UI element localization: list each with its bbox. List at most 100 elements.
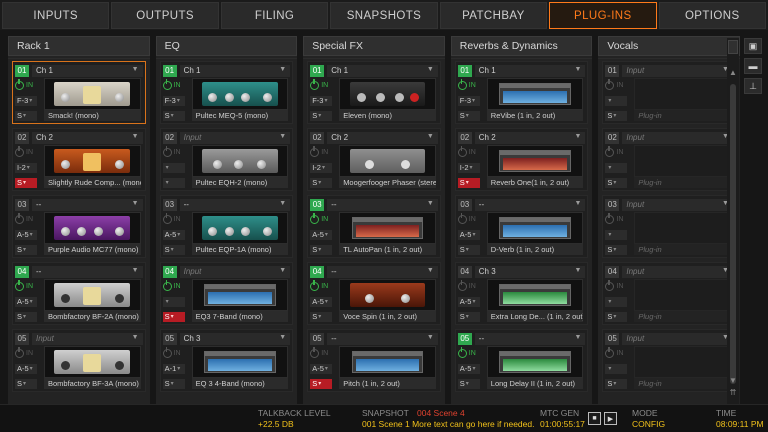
mode-select[interactable]: S ▾ <box>310 110 333 121</box>
power-icon[interactable] <box>162 146 172 157</box>
tab-snapshots[interactable]: SNAPSHOTS <box>330 2 438 29</box>
io-select[interactable]: A-5 ▾ <box>162 229 185 240</box>
source-select[interactable]: Input ▼ <box>622 131 733 144</box>
io-select[interactable]: F-3 ▾ <box>457 95 480 106</box>
plugin-slot[interactable]: 02 Ch 2 ▼ IN I-2 ▾ S ▾ Moogerfooger Phaser (ster… <box>307 128 441 191</box>
input-toggle[interactable]: IN <box>26 149 33 156</box>
source-select[interactable]: -- ▼ <box>32 265 143 278</box>
plugin-name[interactable]: EQ 3 4-Band (mono) <box>191 378 289 389</box>
rack-scrollbar[interactable]: ▲ ▼ ⇈ <box>727 38 739 404</box>
plugin-slot[interactable]: 03 -- ▼ IN A-5 ▾ S ▾ Pultec EQP-1A (mono) <box>159 195 294 258</box>
plugin-thumbnail[interactable] <box>191 279 289 311</box>
plugin-slot[interactable]: 04 Input ▼ IN ▾ S ▾ EQ3 7-Band (mono) <box>159 262 294 325</box>
mode-select[interactable]: S ▾ <box>457 110 480 121</box>
rack-title[interactable]: Special FX <box>303 36 445 56</box>
mode-select[interactable]: ▾ <box>162 177 185 188</box>
input-toggle[interactable]: IN <box>174 350 181 357</box>
mode-select[interactable]: S ▾ <box>457 177 480 188</box>
mode-select[interactable]: S ▾ <box>457 311 480 322</box>
plugin-name[interactable]: Bombfactory BF-3A (mono) <box>44 378 141 389</box>
scroll-down-icon[interactable]: ▼ <box>727 376 739 385</box>
plugin-thumbnail[interactable] <box>191 145 289 177</box>
power-icon[interactable] <box>162 347 172 358</box>
input-toggle[interactable]: IN <box>469 283 476 290</box>
plugin-thumbnail[interactable] <box>634 212 731 244</box>
power-icon[interactable] <box>15 213 24 224</box>
power-icon[interactable] <box>15 146 24 157</box>
rack-title[interactable]: Reverbs & Dynamics <box>450 36 593 56</box>
plugin-name[interactable]: Plug-in <box>634 177 731 188</box>
plugin-name[interactable]: Slightly Rude Comp... (mono) <box>44 177 141 188</box>
plugin-thumbnail[interactable] <box>486 145 584 177</box>
scroll-up-icon[interactable]: ▲ <box>727 68 739 77</box>
input-toggle[interactable]: IN <box>321 283 328 290</box>
plugin-slot[interactable]: 02 Ch 2 ▼ IN I-2 ▾ S ▾ Reverb One(1 in, 2 out) <box>454 128 589 191</box>
io-select[interactable]: A-5 ▾ <box>310 363 333 374</box>
tab-filing[interactable]: FILING <box>220 2 329 29</box>
source-select[interactable]: -- ▼ <box>327 332 438 345</box>
rack-title[interactable]: Rack 1 <box>8 36 150 56</box>
mode-select[interactable]: S ▾ <box>605 177 628 188</box>
io-select[interactable]: A-5 ▾ <box>457 363 480 374</box>
power-icon[interactable] <box>457 347 467 358</box>
plugin-slot[interactable]: 05 -- ▼ IN A-5 ▾ S ▾ Long Delay II (1 in, 2 out) <box>454 329 589 392</box>
power-icon[interactable] <box>15 280 24 291</box>
power-icon[interactable] <box>310 347 320 358</box>
plugin-thumbnail[interactable] <box>339 145 436 177</box>
plugin-name[interactable]: Voce Spin (1 in, 2 out) <box>339 311 436 322</box>
plugin-name[interactable]: D-Verb (1 in, 2 out) <box>486 244 584 255</box>
source-select[interactable]: Input ▼ <box>179 265 291 278</box>
power-icon[interactable] <box>162 79 172 90</box>
mode-select[interactable]: S ▾ <box>162 311 185 322</box>
plugin-name[interactable]: ReVibe (1 in, 2 out) <box>486 110 584 121</box>
mode-select[interactable]: S ▾ <box>310 244 333 255</box>
mode-select[interactable]: S ▾ <box>457 244 480 255</box>
mode-select[interactable]: S ▾ <box>162 378 185 389</box>
stop-button[interactable]: ■ <box>588 412 601 425</box>
power-icon[interactable] <box>310 280 320 291</box>
source-select[interactable]: Ch 1 ▼ <box>327 64 438 77</box>
input-toggle[interactable]: IN <box>321 82 328 89</box>
source-select[interactable]: Input ▼ <box>622 198 733 211</box>
plugin-slot[interactable]: 03 -- ▼ IN A-5 ▾ S ▾ TL AutoPan (1 in, 2 out) <box>307 195 441 258</box>
input-toggle[interactable]: IN <box>174 283 181 290</box>
tab-plug-ins[interactable]: PLUG-INS <box>549 2 657 29</box>
mode-select[interactable]: S ▾ <box>310 177 333 188</box>
power-icon[interactable] <box>605 79 615 90</box>
plugin-name[interactable]: TL AutoPan (1 in, 2 out) <box>339 244 436 255</box>
power-icon[interactable] <box>605 280 615 291</box>
plugin-name[interactable]: Extra Long De... (1 in, 2 out) <box>486 311 584 322</box>
plugin-thumbnail[interactable] <box>634 279 731 311</box>
plugin-slot[interactable]: 01 Ch 1 ▼ IN F-3 ▾ S ▾ Smack! (mono) <box>12 61 146 124</box>
mode-select[interactable]: S ▾ <box>15 177 37 188</box>
plugin-thumbnail[interactable] <box>191 78 289 110</box>
input-toggle[interactable]: IN <box>469 350 476 357</box>
plugin-name[interactable]: Purple Audio MC77 (mono) <box>44 244 141 255</box>
power-icon[interactable] <box>15 347 24 358</box>
io-select[interactable]: I-2 ▾ <box>457 162 480 173</box>
scrollbar-thumb[interactable] <box>730 84 736 384</box>
power-icon[interactable] <box>162 213 172 224</box>
source-select[interactable]: Input ▼ <box>622 64 733 77</box>
plugin-thumbnail[interactable] <box>634 78 731 110</box>
snapshot-readout[interactable]: SNAPSHOT 004 Scene 4 001 Scene 1 More te… <box>362 408 534 430</box>
plugin-slot[interactable]: 03 -- ▼ IN A-5 ▾ S ▾ Purple Audio MC77 (mono) <box>12 195 146 258</box>
plugin-thumbnail[interactable] <box>486 279 584 311</box>
plugin-slot[interactable]: 05 Input ▼ IN A-5 ▾ S ▾ Bombfactory BF-3A (mono) <box>12 329 146 392</box>
power-icon[interactable] <box>457 280 467 291</box>
rack-title[interactable]: Vocals <box>598 36 740 56</box>
io-select[interactable]: ▾ <box>605 229 628 240</box>
io-select[interactable]: ▾ <box>605 296 628 307</box>
source-select[interactable]: -- ▼ <box>474 332 586 345</box>
plugin-name[interactable]: Smack! (mono) <box>44 110 141 121</box>
input-toggle[interactable]: IN <box>26 283 33 290</box>
folder-icon[interactable]: ▬ <box>744 58 762 74</box>
source-select[interactable]: Ch 3 ▼ <box>474 265 586 278</box>
mode-select[interactable]: S ▾ <box>605 311 628 322</box>
io-select[interactable]: A-5 ▾ <box>310 296 333 307</box>
plugin-slot[interactable]: 04 -- ▼ IN A-5 ▾ S ▾ Bombfactory BF-2A (mono) <box>12 262 146 325</box>
io-select[interactable]: I-2 ▾ <box>310 162 333 173</box>
input-toggle[interactable]: IN <box>616 283 623 290</box>
plugin-slot[interactable]: 04 -- ▼ IN A-5 ▾ S ▾ Voce Spin (1 in, 2 out) <box>307 262 441 325</box>
plugin-thumbnail[interactable] <box>44 279 141 311</box>
